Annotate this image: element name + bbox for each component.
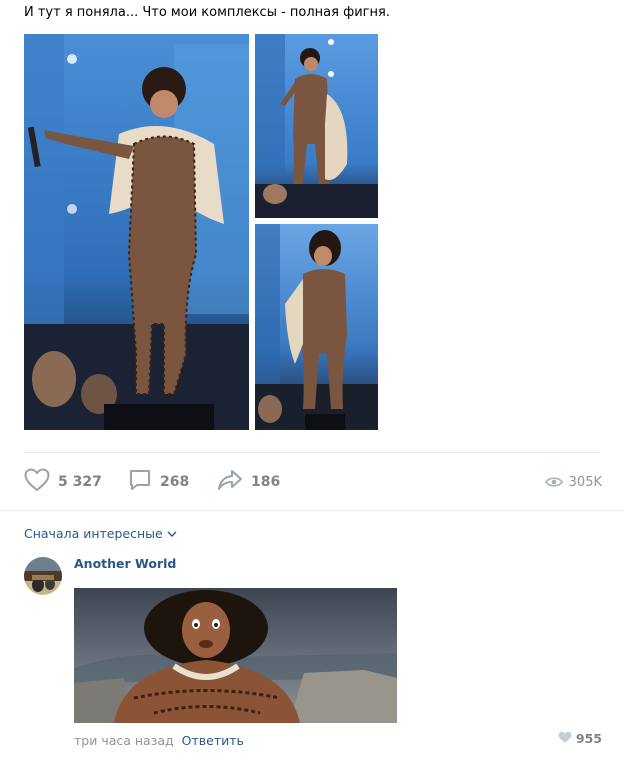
post-photo-top-right[interactable]: [255, 34, 378, 218]
heart-filled-icon: [558, 731, 572, 746]
views-counter: 305K: [544, 466, 602, 498]
comment-sort-label: Сначала интересные: [24, 526, 163, 541]
comments-divider: [0, 510, 624, 511]
post-text: И тут я поняла... Что мои комплексы - по…: [24, 5, 390, 20]
views-count: 305K: [568, 474, 602, 490]
comment-meta: три часа назад Ответить: [74, 733, 244, 748]
reply-link[interactable]: Ответить: [182, 733, 244, 748]
comment-author-avatar[interactable]: [24, 557, 62, 595]
comment-like-count: 955: [575, 731, 602, 746]
like-count: 5 327: [58, 474, 102, 490]
comment-button[interactable]: 268: [128, 466, 189, 498]
share-count: 186: [251, 474, 281, 490]
comment-count: 268: [160, 474, 190, 490]
post-divider-top: [24, 452, 600, 453]
comment-timestamp[interactable]: три часа назад: [74, 733, 174, 748]
comment-image[interactable]: [74, 588, 397, 723]
heart-icon: [24, 468, 50, 496]
comment-like-button[interactable]: 955: [558, 731, 602, 746]
comment-bubble-icon: [128, 468, 152, 496]
share-arrow-icon: [217, 469, 243, 495]
chevron-down-icon: [167, 526, 177, 541]
comment-author-name[interactable]: Another World: [74, 556, 176, 571]
comment-sort-dropdown[interactable]: Сначала интересные: [24, 526, 177, 541]
share-button[interactable]: 186: [217, 466, 280, 498]
post-photo-bottom-right[interactable]: [255, 224, 378, 430]
like-button[interactable]: 5 327: [24, 466, 102, 498]
eye-icon: [544, 473, 563, 492]
post-photo-main[interactable]: [24, 34, 249, 430]
post-actions-bar: 5 327 268 186 305K: [24, 466, 602, 498]
